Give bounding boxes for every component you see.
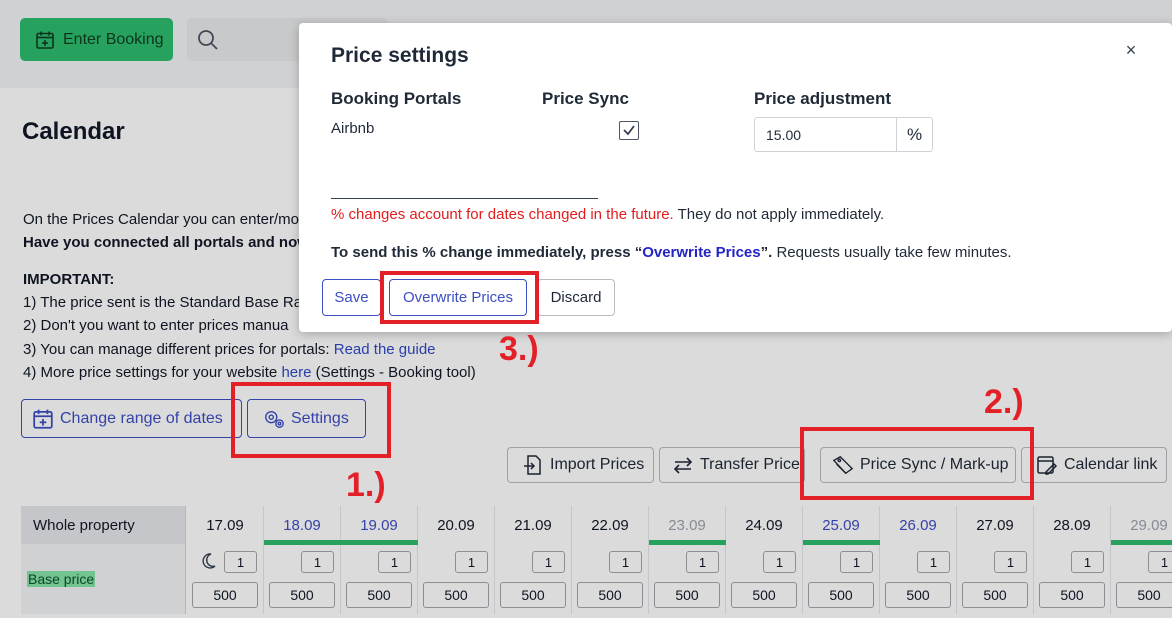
highlight-box-settings bbox=[231, 382, 391, 458]
checkmark-icon bbox=[623, 125, 635, 136]
annotation-step-2: 2.) bbox=[984, 383, 1024, 421]
divider bbox=[331, 198, 598, 199]
percent-unit: % bbox=[896, 118, 932, 151]
portal-name: Airbnb bbox=[331, 120, 375, 137]
price-sync-checkbox[interactable] bbox=[619, 121, 639, 140]
future-changes-warning: % changes account for dates changed in t… bbox=[331, 206, 674, 223]
booking-portals-header: Booking Portals bbox=[331, 89, 462, 108]
instruction-bold-end: ”. bbox=[760, 244, 773, 261]
annotation-step-3: 3.) bbox=[499, 330, 539, 368]
highlight-box-overwrite bbox=[380, 271, 539, 324]
price-sync-header: Price Sync bbox=[542, 89, 629, 108]
discard-button[interactable]: Discard bbox=[537, 279, 615, 316]
overwrite-instruction: To send this % change immediately, press… bbox=[331, 244, 1012, 261]
instruction-highlight: Overwrite Prices bbox=[642, 244, 761, 261]
close-icon[interactable]: × bbox=[1123, 41, 1139, 59]
future-changes-rest: They do not apply immediately. bbox=[673, 206, 885, 223]
price-adjustment-header: Price adjustment bbox=[754, 89, 891, 108]
future-changes-note: % changes account for dates changed in t… bbox=[331, 206, 884, 223]
highlight-box-price-sync bbox=[800, 427, 1034, 500]
annotation-step-1: 1.) bbox=[346, 466, 386, 504]
instruction-rest: Requests usually take few minutes. bbox=[772, 244, 1012, 261]
instruction-bold: To send this % change immediately, press… bbox=[331, 244, 643, 261]
modal-title: Price settings bbox=[331, 44, 469, 67]
price-adjustment-field: % bbox=[754, 117, 933, 152]
price-adjustment-input[interactable] bbox=[755, 118, 896, 151]
save-button[interactable]: Save bbox=[322, 279, 381, 316]
